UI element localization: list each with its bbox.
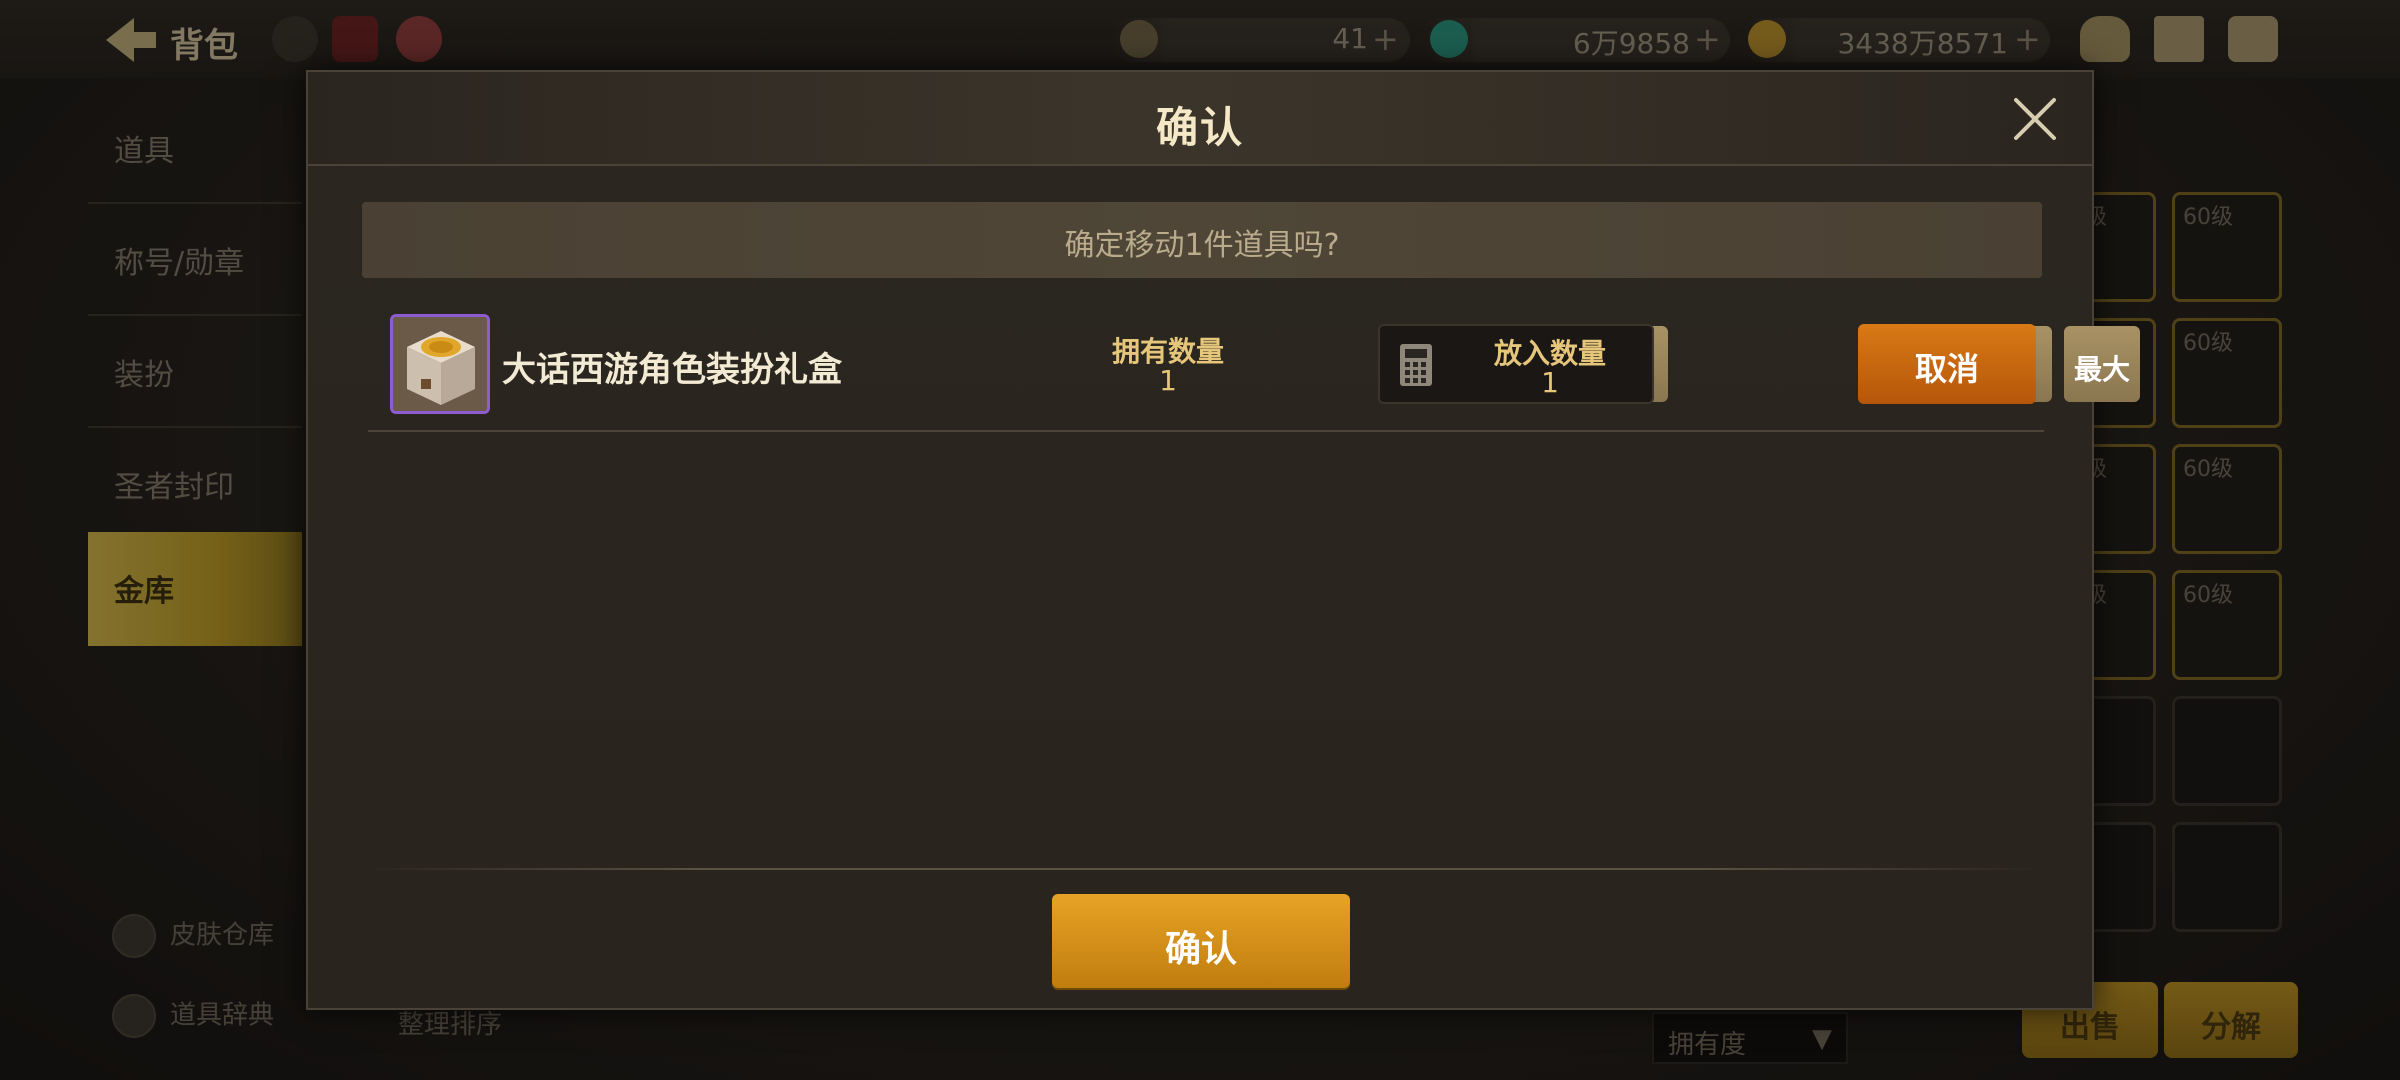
item-row: 大话西游角色装扮礼盒 拥有数量 1 最小 — 放入数量 1 + 最大 [368,312,2140,432]
cancel-label: 取消 [1914,350,1979,388]
gift-box-icon [390,314,490,414]
confirm-dialog: 确认 确定移动1件道具吗? 大话西游角色装扮礼盒 拥有数量 1 最小 — [306,70,2140,1010]
owned-quantity-value: 1 [1159,364,1177,397]
item-name: 大话西游角色装扮礼盒 [502,350,842,390]
calculator-icon[interactable] [1398,342,1434,388]
confirm-label: 确认 [1164,929,1237,970]
dialog-title: 确认 [1155,103,1244,152]
max-button-face[interactable]: 最大 [2064,326,2140,402]
quantity-input[interactable]: 放入数量 1 [1378,324,1654,404]
gift-box-art [393,317,487,411]
confirm-button[interactable]: 确认 [1052,894,1350,988]
prompt-bar: 确定移动1件道具吗? [362,202,2042,278]
divider [364,868,2040,870]
max-label: 最大 [2073,353,2130,386]
prompt-text: 确定移动1件道具吗? [1064,228,1340,263]
close-icon[interactable] [2012,96,2058,142]
cancel-button-face[interactable]: 取消 [1858,324,2036,404]
dialog-header: 确认 [308,72,2092,166]
quantity-value: 1 [1541,366,1559,399]
